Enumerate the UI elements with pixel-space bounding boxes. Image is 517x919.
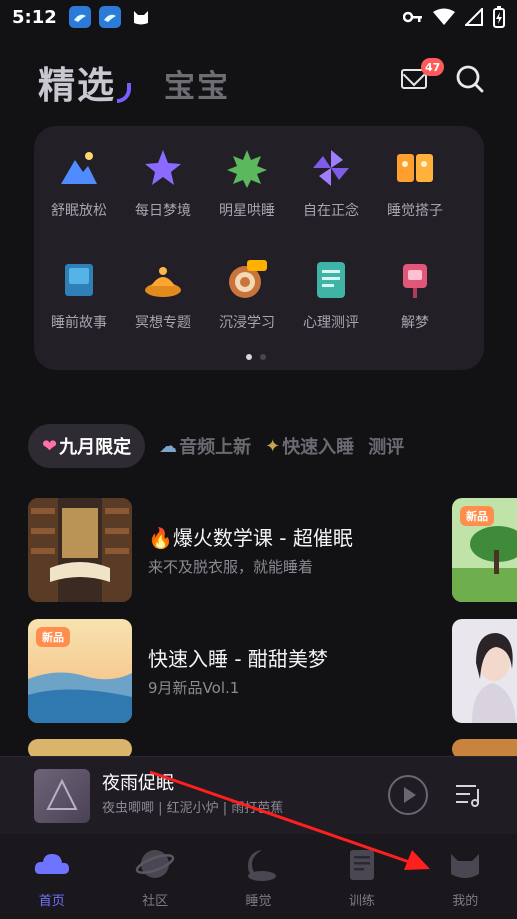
green-star-icon <box>227 150 267 188</box>
category-label: 沉浸学习 <box>219 315 275 331</box>
signal-icon <box>465 8 483 26</box>
category-label: 解梦 <box>401 315 429 331</box>
top-header: 精选 宝宝 47 <box>38 55 498 107</box>
list-item[interactable]: 🔥爆火数学课 - 超催眠 来不及脱衣服，就能睡着 <box>28 498 448 602</box>
category-label: 明星哄睡 <box>219 203 275 219</box>
page-dot <box>260 354 266 360</box>
sparkle-icon: ✦ <box>265 435 281 457</box>
chip-label: 测评 <box>368 437 405 458</box>
category-label: 睡觉搭子 <box>387 203 443 219</box>
tab-community[interactable]: 社区 <box>103 834 206 919</box>
peek-card-portrait[interactable] <box>452 619 517 723</box>
tab-label: 我的 <box>452 894 479 909</box>
chip-label: 快速入睡 <box>282 437 355 458</box>
chip-new-audio[interactable]: ☁ 音频上新 <box>159 424 251 468</box>
key-icon <box>403 11 422 23</box>
app-notification-icon <box>68 6 91 28</box>
player-subtitle: 夜虫唧唧 | 红泥小炉 | 雨打芭蕉 <box>102 801 284 816</box>
tab-baby[interactable]: 宝宝 <box>164 61 230 106</box>
target-icon <box>229 260 267 298</box>
category-bedtime-story[interactable]: 睡前故事 <box>34 238 124 338</box>
cards-icon <box>397 154 433 182</box>
item-title: 快速入睡 - 酣甜美梦 <box>148 647 328 671</box>
player-title: 夜雨促眠 <box>102 773 174 794</box>
cloud-home-icon <box>34 854 69 874</box>
category-meditation[interactable]: 冥想专题 <box>118 238 208 338</box>
playlist-icon[interactable] <box>454 781 484 809</box>
tab-training[interactable]: 训练 <box>310 834 413 919</box>
category-grid: 舒眠放松 每日梦境 明星哄睡 自在正念 睡觉搭子 睡前故事 冥想专题 沉浸学习 … <box>34 126 484 370</box>
battery-icon <box>493 6 505 28</box>
list-item[interactable]: 新品 快速入睡 - 酣甜美梦 9月新品Vol.1 <box>28 619 448 723</box>
tab-label: 首页 <box>38 894 65 909</box>
tab-profile[interactable]: 我的 <box>414 834 517 919</box>
mail-badge: 47 <box>421 58 445 76</box>
active-tab-indicator <box>117 83 131 103</box>
tab-label: 睡觉 <box>245 894 272 909</box>
book-icon <box>65 264 93 296</box>
peek-card-tree[interactable]: 新品 <box>452 498 517 602</box>
chip-test[interactable]: 测评 <box>368 424 404 468</box>
wifi-icon <box>433 8 455 25</box>
category-label: 冥想专题 <box>135 315 191 331</box>
category-immersive-study[interactable]: 沉浸学习 <box>202 238 292 338</box>
item-title: 🔥爆火数学课 - 超催眠 <box>148 526 353 550</box>
pinwheel-icon <box>313 150 349 186</box>
new-tag: 新品 <box>36 627 70 647</box>
album-cover <box>34 769 90 823</box>
thumbnail-mountains: 新品 <box>28 619 132 723</box>
mountain-icon <box>61 152 97 184</box>
filter-chips: ❤ 九月限定 ☁ 音频上新 ✦ 快速入睡 测评 <box>28 424 418 468</box>
thumbnail-library <box>28 498 132 602</box>
moon-icon <box>248 850 277 881</box>
category-label: 自在正念 <box>303 203 359 219</box>
chip-fast-sleep[interactable]: ✦ 快速入睡 <box>265 424 354 468</box>
planet-icon <box>135 850 175 878</box>
category-label: 舒眠放松 <box>51 203 107 219</box>
cloud-icon: ☁ <box>159 435 178 457</box>
notebook-icon <box>349 850 374 880</box>
category-label: 睡前故事 <box>51 315 107 331</box>
document-icon <box>317 262 345 298</box>
item-subtitle: 9月新品Vol.1 <box>148 679 240 697</box>
status-bar: 5:12 <box>0 0 517 34</box>
category-label: 每日梦境 <box>135 203 191 219</box>
tab-featured[interactable]: 精选 <box>38 55 116 109</box>
page-indicator <box>246 354 266 360</box>
category-sleep-buddy[interactable]: 睡觉搭子 <box>370 126 460 226</box>
mailbox-icon <box>403 264 427 298</box>
search-icon[interactable] <box>456 65 484 93</box>
category-label: 心理测评 <box>303 315 359 331</box>
heart-icon: ❤ <box>42 435 58 457</box>
tab-sleep[interactable]: 睡觉 <box>207 834 310 919</box>
tab-label: 训练 <box>348 894 375 909</box>
item-subtitle: 来不及脱衣服，就能睡着 <box>148 558 314 576</box>
tab-label: 社区 <box>142 894 169 909</box>
category-dream-interpretation[interactable]: 解梦 <box>370 238 460 338</box>
chip-label: 音频上新 <box>179 437 252 458</box>
tab-home[interactable]: 首页 <box>0 834 103 919</box>
play-button[interactable] <box>388 775 428 815</box>
bowl-icon <box>145 267 181 297</box>
category-daily-dream[interactable]: 每日梦境 <box>118 126 208 226</box>
category-star-lullaby[interactable]: 明星哄睡 <box>202 126 292 226</box>
category-psych-test[interactable]: 心理测评 <box>286 238 376 338</box>
category-sleep-relax[interactable]: 舒眠放松 <box>34 126 124 226</box>
page-dot-active <box>246 354 252 360</box>
play-icon <box>404 787 416 803</box>
cat-face-icon <box>451 854 480 878</box>
cat-icon <box>133 11 148 25</box>
status-time: 5:12 <box>12 6 57 28</box>
new-tag: 新品 <box>460 506 494 526</box>
bottom-tab-bar: 首页 社区 睡觉 训练 我的 <box>0 834 517 919</box>
chip-label: 九月限定 <box>59 437 132 458</box>
mini-player[interactable]: 夜雨促眠 夜虫唧唧 | 红泥小炉 | 雨打芭蕉 <box>0 756 517 834</box>
chip-september-limited[interactable]: ❤ 九月限定 <box>28 424 146 468</box>
app-notification-icon-2 <box>98 6 121 28</box>
star-cloud-icon <box>145 150 181 185</box>
category-mindfulness[interactable]: 自在正念 <box>286 126 376 226</box>
